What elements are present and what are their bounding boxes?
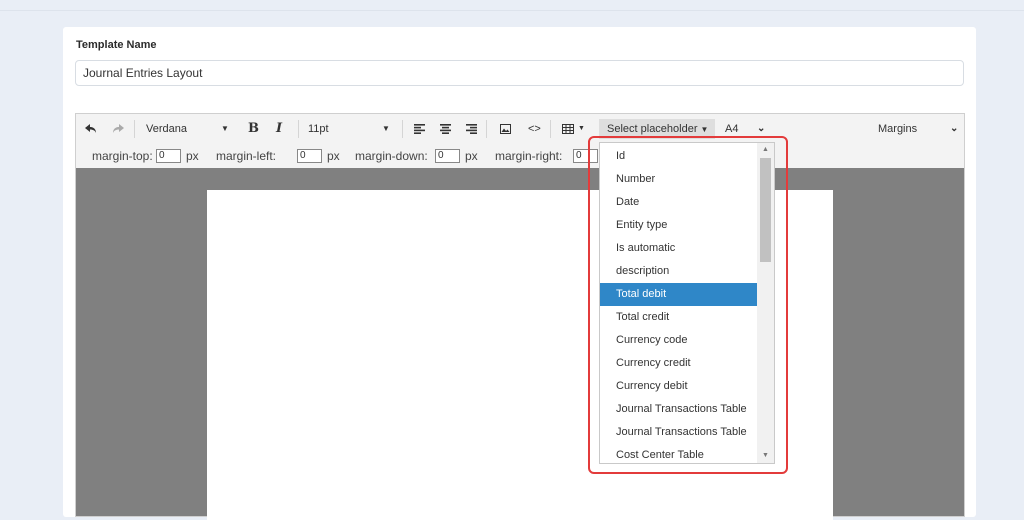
template-name-input[interactable]: Journal Entries Layout bbox=[75, 60, 964, 86]
margin-top-unit: px bbox=[186, 149, 199, 163]
editor-canvas bbox=[76, 168, 964, 520]
margin-right-input[interactable]: 0 bbox=[573, 149, 598, 163]
toolbar-divider bbox=[486, 120, 487, 138]
placeholder-option[interactable]: Entity type bbox=[600, 214, 757, 237]
placeholder-option[interactable]: Number bbox=[600, 168, 757, 191]
margins-select[interactable]: Margins bbox=[878, 114, 938, 144]
margin-down-input[interactable]: 0 bbox=[435, 149, 460, 163]
toolbar-divider bbox=[134, 120, 135, 138]
scroll-down-icon[interactable]: ▼ bbox=[757, 449, 774, 463]
placeholder-option[interactable]: Currency debit bbox=[600, 375, 757, 398]
placeholder-dropdown[interactable]: Id Number Date Entity type Is automatic descr… bbox=[599, 142, 775, 464]
code-view-button[interactable]: <> bbox=[528, 114, 544, 144]
scrollbar-thumb[interactable] bbox=[760, 158, 771, 262]
template-form-card: Template Name Journal Entries Layout Ver… bbox=[63, 27, 976, 520]
font-size-select[interactable]: 11pt bbox=[308, 114, 368, 144]
margin-top-label: margin-top: bbox=[92, 149, 153, 163]
margins-label: Margins bbox=[878, 123, 918, 135]
page-size-value: A4 bbox=[725, 123, 739, 135]
font-family-value: Verdana bbox=[146, 123, 187, 135]
page-size-select[interactable]: A4 bbox=[725, 114, 745, 144]
placeholder-option[interactable]: Total credit bbox=[600, 306, 757, 329]
placeholder-option[interactable]: description bbox=[600, 260, 757, 283]
dropdown-scrollbar[interactable]: ▲ ▼ bbox=[757, 143, 774, 463]
placeholder-option[interactable]: Id bbox=[600, 145, 757, 168]
align-left-icon[interactable] bbox=[412, 114, 426, 144]
placeholder-option[interactable]: Cost Center Table bbox=[600, 444, 757, 463]
bold-button[interactable]: B bbox=[248, 114, 260, 144]
margin-left-label: margin-left: bbox=[216, 149, 277, 163]
placeholder-option[interactable]: Journal Transactions Table bbox=[600, 398, 757, 421]
placeholder-option[interactable]: Currency credit bbox=[600, 352, 757, 375]
redo-icon[interactable] bbox=[109, 114, 127, 144]
chevron-down-icon[interactable]: ▼ bbox=[578, 114, 586, 144]
placeholder-option[interactable]: Is automatic bbox=[600, 237, 757, 260]
italic-button[interactable]: I bbox=[276, 114, 288, 144]
placeholder-option[interactable]: Total debit bbox=[600, 283, 757, 306]
margin-down-label: margin-down: bbox=[355, 149, 428, 163]
editor-toolbar: Verdana ▼ B I 11pt ▼ <> ▼ Select placeho… bbox=[76, 114, 964, 144]
margin-right-label: margin-right: bbox=[495, 149, 563, 163]
margin-left-unit: px bbox=[327, 149, 340, 163]
placeholder-option[interactable]: Journal Transactions Table bbox=[600, 421, 757, 444]
toolbar-divider bbox=[550, 120, 551, 138]
toolbar-divider bbox=[402, 120, 403, 138]
template-name-label: Template Name bbox=[76, 39, 157, 51]
select-placeholder-label: Select placeholder bbox=[607, 123, 698, 135]
chevron-down-icon[interactable]: ▼ bbox=[221, 114, 231, 144]
chevron-down-icon[interactable]: ⌄ bbox=[950, 114, 962, 144]
margin-top-input[interactable]: 0 bbox=[156, 149, 181, 163]
rich-text-editor: Verdana ▼ B I 11pt ▼ <> ▼ Select placeho… bbox=[75, 113, 965, 520]
table-icon[interactable] bbox=[560, 114, 576, 144]
select-placeholder-button[interactable]: Select placeholder ▼ bbox=[599, 119, 715, 139]
chevron-down-icon[interactable]: ▼ bbox=[382, 114, 392, 144]
margins-bar: margin-top: 0 px margin-left: 0 px margi… bbox=[76, 144, 964, 168]
top-bar bbox=[0, 0, 1024, 11]
scroll-up-icon[interactable]: ▲ bbox=[757, 143, 774, 157]
chevron-down-icon: ▼ bbox=[700, 125, 709, 134]
toolbar-divider bbox=[298, 120, 299, 138]
margin-down-unit: px bbox=[465, 149, 478, 163]
font-size-value: 11pt bbox=[308, 123, 329, 135]
align-center-icon[interactable] bbox=[438, 114, 452, 144]
placeholder-option[interactable]: Currency code bbox=[600, 329, 757, 352]
placeholder-list: Id Number Date Entity type Is automatic descr… bbox=[600, 145, 757, 463]
undo-icon[interactable] bbox=[82, 114, 100, 144]
image-icon[interactable] bbox=[498, 114, 512, 144]
align-right-icon[interactable] bbox=[464, 114, 478, 144]
margin-left-input[interactable]: 0 bbox=[297, 149, 322, 163]
placeholder-option[interactable]: Date bbox=[600, 191, 757, 214]
chevron-down-icon[interactable]: ⌄ bbox=[757, 114, 769, 144]
